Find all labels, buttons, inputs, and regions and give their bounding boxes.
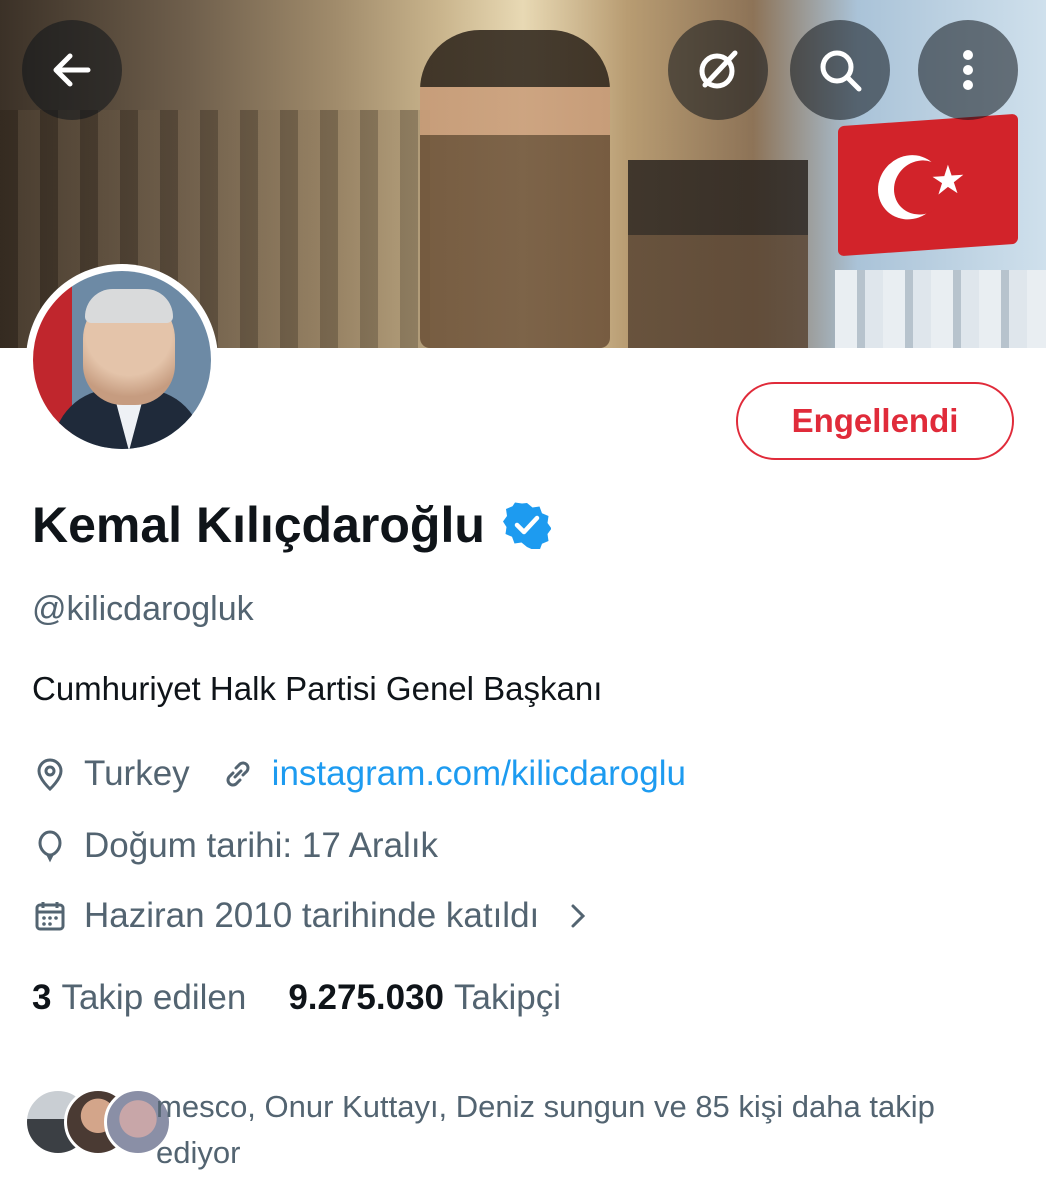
profile-location: Turkey (84, 754, 190, 793)
profile-birthday: Doğum tarihi: 17 Aralık (84, 826, 439, 865)
followers-stat[interactable]: 9.275.030 Takipçi (288, 978, 561, 1018)
blocked-button-label: Engellendi (791, 402, 959, 439)
profile-bio: Cumhuriyet Halk Partisi Genel Başkanı (32, 670, 603, 707)
location-pin-icon (37, 758, 63, 792)
following-count: 3 (32, 978, 52, 1017)
search-icon (820, 50, 862, 92)
profile-meta-joined-row[interactable]: Haziran 2010 tarihinde katıldı (32, 896, 591, 936)
search-button[interactable] (790, 20, 890, 120)
arrow-left-icon (53, 53, 91, 87)
profile-meta-birthday-row: Doğum tarihi: 17 Aralık (32, 826, 438, 866)
banner-podium-image (628, 160, 808, 348)
profile-avatar[interactable] (26, 264, 218, 456)
profile-name: Kemal Kılıçdaroğlu (32, 496, 551, 554)
profile-joined: Haziran 2010 tarihinde katıldı (84, 896, 540, 935)
following-stat[interactable]: 3 Takip edilen (32, 978, 246, 1018)
profile-website-link[interactable]: instagram.com/kilicdaroglu (272, 754, 686, 794)
followed-by-text[interactable]: mesco, Onur Kuttayı, Deniz sungun ve 85 … (156, 1084, 1016, 1176)
blocked-button[interactable]: Engellendi (736, 382, 1014, 460)
avatar-image (33, 271, 211, 449)
grok-icon (699, 50, 738, 89)
back-button[interactable] (22, 20, 122, 120)
more-button[interactable] (918, 20, 1018, 120)
calendar-icon (35, 902, 65, 931)
banner-city-image (835, 270, 1046, 348)
followers-label: Takipçi (454, 978, 562, 1017)
profile-handle: @kilicdarogluk (32, 590, 254, 628)
banner-figure-image (420, 30, 610, 348)
profile-meta-location-row: Turkey instagram.com/kilicdaroglu (32, 754, 686, 794)
followers-count: 9.275.030 (288, 978, 445, 1017)
profile-stats: 3 Takip edilen 9.275.030 Takipçi (32, 978, 603, 1018)
more-vertical-icon (963, 50, 973, 90)
verified-badge-icon[interactable] (502, 501, 551, 549)
turkish-flag-image: ★ (838, 113, 1018, 257)
profile-name-text: Kemal Kılıçdaroğlu (32, 497, 485, 553)
grok-button[interactable] (668, 20, 768, 120)
link-icon (226, 761, 250, 787)
chevron-right-icon (571, 904, 586, 928)
following-label: Takip edilen (61, 978, 247, 1017)
balloon-icon (38, 830, 62, 863)
